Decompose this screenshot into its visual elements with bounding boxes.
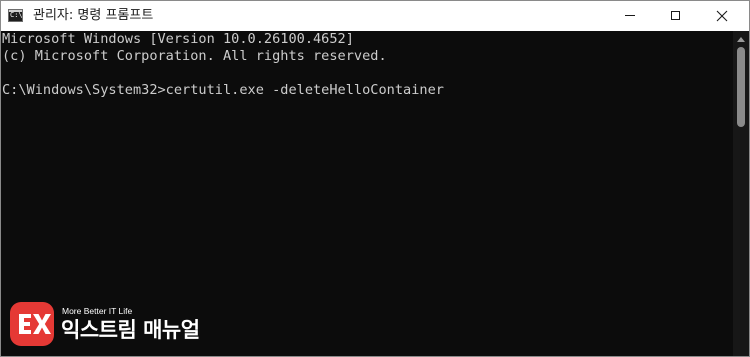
- watermark-name: 익스트림 매뉴얼: [61, 318, 200, 342]
- vertical-scrollbar[interactable]: [733, 31, 749, 356]
- command-prompt-window: C:\ 관리자: 명령 프롬프트 Microsoft Windows [Vers…: [0, 0, 750, 357]
- scrollbar-thumb[interactable]: [737, 47, 745, 127]
- title-bar[interactable]: C:\ 관리자: 명령 프롬프트: [1, 1, 749, 32]
- scroll-up-arrow-icon[interactable]: [737, 37, 745, 42]
- close-button[interactable]: [699, 1, 745, 31]
- cmd-icon[interactable]: C:\: [8, 9, 23, 22]
- maximize-button[interactable]: [653, 1, 699, 31]
- minimize-icon: [625, 15, 635, 16]
- maximize-icon: [671, 11, 680, 20]
- watermark-logo: More Better IT Life 익스트림 매뉴얼: [6, 301, 216, 351]
- console-line: (c) Microsoft Corporation. All rights re…: [2, 48, 387, 64]
- close-icon: [716, 10, 728, 22]
- watermark-tagline: More Better IT Life: [62, 306, 133, 316]
- ex-logo-icon: [10, 302, 54, 346]
- console-line: Microsoft Windows [Version 10.0.26100.46…: [2, 31, 354, 47]
- window-title: 관리자: 명령 프롬프트: [33, 8, 154, 23]
- console-command-line[interactable]: C:\Windows\System32>certutil.exe -delete…: [1, 82, 733, 99]
- minimize-button[interactable]: [607, 1, 653, 31]
